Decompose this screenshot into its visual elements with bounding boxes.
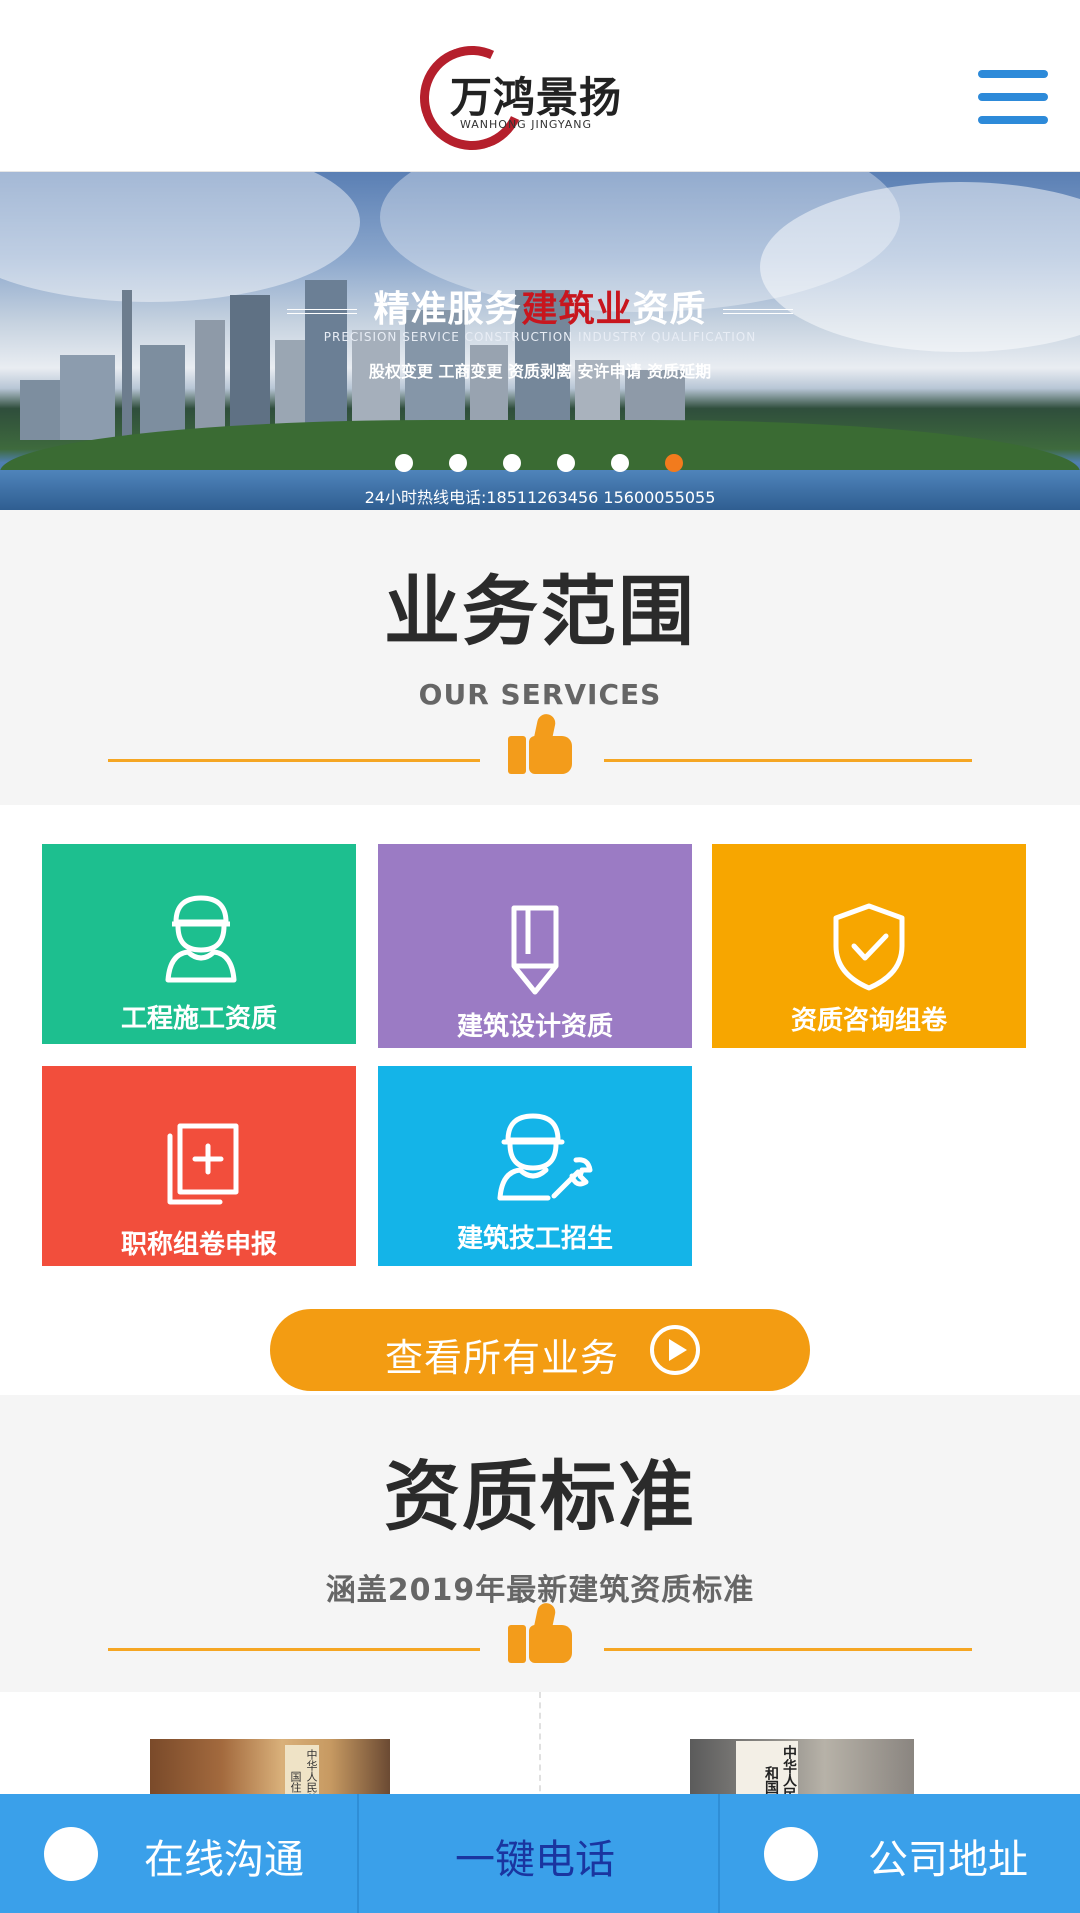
carousel-dots <box>395 454 685 474</box>
divider-line-left <box>108 1648 480 1651</box>
carousel-dot[interactable] <box>503 454 521 472</box>
hotline-text: 24小时热线电话:18511263456 15600055055 <box>364 488 716 507</box>
tile-engineering-construction[interactable]: 工程施工资质 <box>42 844 356 1044</box>
thumbs-up-icon <box>508 712 572 774</box>
tile-label: 资质咨询组卷 <box>790 1006 947 1036</box>
pencil-icon <box>511 905 559 995</box>
building <box>20 380 60 440</box>
top-header: 万鸿景扬 WANHONG JINGYANG <box>0 0 1080 172</box>
tile-label: 建筑技工招生 <box>456 1224 613 1254</box>
hamburger-menu-icon[interactable] <box>978 70 1048 124</box>
call-label: 一键电话 <box>455 1837 615 1883</box>
company-address-label: 公司地址 <box>868 1837 1028 1883</box>
banner-title: 精准服务建筑业资质 <box>0 280 1080 332</box>
carousel-dot[interactable] <box>395 454 413 472</box>
thumbs-up-icon <box>508 1601 572 1663</box>
view-all-services-label: 查看所有业务 <box>385 1336 620 1380</box>
logo-name: 万鸿景扬 <box>450 73 623 122</box>
tile-title-application[interactable]: 职称组卷申报 <box>42 1066 356 1266</box>
call-button[interactable]: 一键电话 <box>359 1794 718 1913</box>
tile-label: 职称组卷申报 <box>120 1230 277 1260</box>
company-logo[interactable]: 万鸿景扬 WANHONG JINGYANG <box>405 31 621 165</box>
worker-helmet-icon <box>165 895 237 983</box>
worker-wrench-icon <box>497 1113 593 1201</box>
tile-label: 建筑设计资质 <box>456 1012 613 1042</box>
carousel-dot[interactable] <box>611 454 629 472</box>
play-arrow-icon <box>650 1325 700 1375</box>
divider-line-right <box>604 759 972 762</box>
hero-banner[interactable]: 精准服务建筑业资质 PRECISION SERVICE CONSTRUCTION… <box>0 172 1080 510</box>
bottom-action-bar: 在线沟通 一键电话 公司地址 <box>0 1794 1080 1913</box>
view-all-services-button[interactable]: 查看所有业务 <box>270 1309 810 1391</box>
online-chat-label: 在线沟通 <box>144 1837 304 1883</box>
tile-technician-enrollment[interactable]: 建筑技工招生 <box>378 1066 692 1266</box>
document-plus-icon <box>167 1123 239 1205</box>
carousel-dot[interactable] <box>449 454 467 472</box>
standards-title: 资质标准 <box>384 1452 696 1541</box>
carousel-dot[interactable] <box>557 454 575 472</box>
banner-english-title: PRECISION SERVICE CONSTRUCTION INDUSTRY … <box>323 330 757 344</box>
logo-subtitle: WANHONG JINGYANG <box>460 118 593 131</box>
divider-line-right <box>604 1648 972 1651</box>
location-icon <box>764 1827 818 1881</box>
divider-line-left <box>108 759 480 762</box>
services-subtitle: OUR SERVICES <box>418 678 662 711</box>
banner-services-line: 股权变更 工商变更 资质剥离 安许申请 资质延期 <box>368 362 712 381</box>
tile-qualification-consulting[interactable]: 资质咨询组卷 <box>712 844 1026 1048</box>
shield-check-icon <box>833 903 905 991</box>
tile-architecture-design[interactable]: 建筑设计资质 <box>378 844 692 1048</box>
services-title: 业务范围 <box>384 567 696 656</box>
company-address-button[interactable]: 公司地址 <box>720 1794 1080 1913</box>
carousel-dot-active[interactable] <box>665 454 683 472</box>
online-chat-button[interactable]: 在线沟通 <box>0 1794 357 1913</box>
chat-icon <box>44 1827 98 1881</box>
tile-label: 工程施工资质 <box>120 1004 277 1034</box>
